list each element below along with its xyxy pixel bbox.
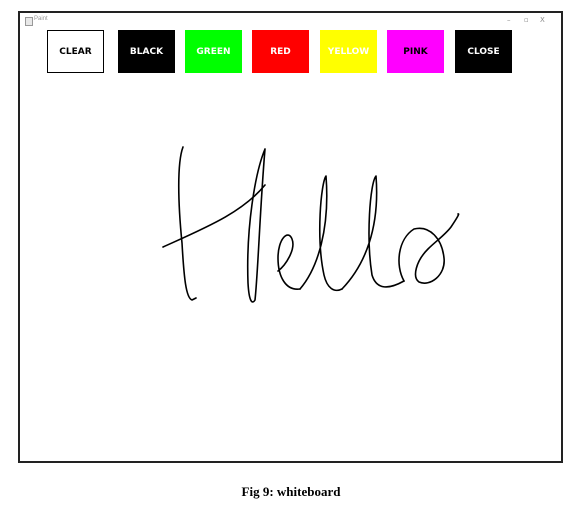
stroke-l2 xyxy=(341,175,405,290)
yellow-color-button[interactable]: YELLOW xyxy=(320,30,377,73)
stroke-o xyxy=(398,213,460,284)
green-color-button[interactable]: GREEN xyxy=(185,30,242,73)
paint-window: Paint – ▫ X CLEAR BLACK GREEN RED YELLOW… xyxy=(18,11,563,463)
drawing-canvas[interactable] xyxy=(20,13,561,461)
stroke-e xyxy=(277,234,301,290)
minimize-icon[interactable]: – xyxy=(507,15,511,25)
black-color-button[interactable]: BLACK xyxy=(118,30,175,73)
pink-color-button[interactable]: PINK xyxy=(387,30,444,73)
title-bar: Paint – ▫ X xyxy=(20,13,561,29)
figure-caption: Fig 9: whiteboard xyxy=(241,484,341,499)
close-button[interactable]: CLOSE xyxy=(455,30,512,73)
red-color-button[interactable]: RED xyxy=(252,30,309,73)
stroke-h-right xyxy=(246,148,266,303)
close-window-icon[interactable]: X xyxy=(540,15,545,25)
clear-button[interactable]: CLEAR xyxy=(47,30,104,73)
stroke-l1 xyxy=(299,175,343,292)
app-icon xyxy=(25,17,33,26)
maximize-icon[interactable]: ▫ xyxy=(524,15,529,25)
window-title: Paint xyxy=(34,16,48,22)
stroke-h-left xyxy=(177,146,197,301)
